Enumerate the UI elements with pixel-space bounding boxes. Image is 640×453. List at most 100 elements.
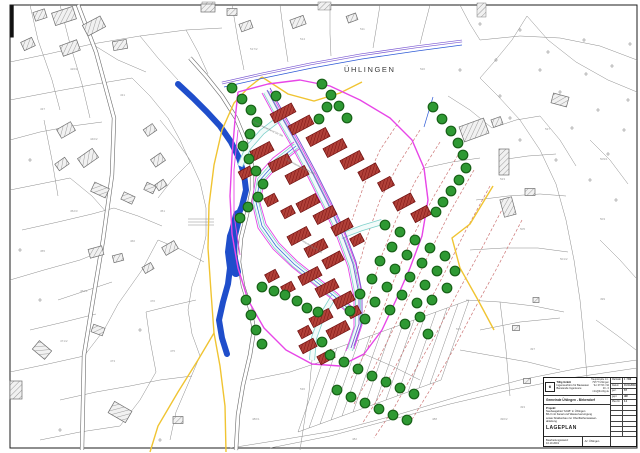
tree-icon	[409, 389, 419, 399]
parcel-number-label: 482	[352, 437, 357, 441]
building-existing	[57, 122, 76, 139]
building-planned-rect	[350, 233, 365, 247]
building-existing-rect	[151, 153, 166, 167]
building-existing-rect	[143, 124, 157, 137]
parcel-line	[373, 5, 380, 48]
parcel-number-label: 452/3	[70, 209, 78, 213]
tree-icon	[461, 163, 471, 173]
client-name: Gemeinde Ühlingen - Birkendorf	[544, 396, 610, 405]
building-planned-rect	[340, 150, 364, 169]
building-planned	[306, 127, 330, 146]
tree-icon	[313, 307, 323, 317]
building-planned-rect	[322, 251, 344, 269]
survey-cross-icon	[558, 90, 562, 94]
planning-line	[412, 140, 428, 236]
building-existing	[55, 157, 69, 170]
building-planned	[265, 269, 280, 283]
tree-icon	[381, 377, 391, 387]
building-planned	[393, 193, 415, 211]
building-existing	[524, 379, 531, 384]
building-existing-rect	[77, 148, 98, 167]
parcel-line	[160, 120, 206, 356]
contour-line	[408, 220, 522, 426]
tree-icon	[375, 256, 385, 266]
company-logo: ti	[545, 382, 555, 392]
building-existing-rect	[144, 182, 156, 193]
building-existing	[32, 341, 51, 360]
parcel-number-label: 527	[545, 127, 550, 131]
tree-icon	[395, 383, 405, 393]
survey-cross-icon	[18, 248, 22, 252]
contour-line	[374, 202, 506, 438]
parcel-number-label: 493	[520, 405, 525, 409]
building-existing-rect	[112, 253, 123, 262]
tree-icon	[237, 94, 247, 104]
building-existing	[201, 4, 215, 12]
parcel-line	[30, 314, 96, 330]
tree-icon	[428, 102, 438, 112]
survey-cross-icon	[546, 50, 550, 54]
parcel-line	[118, 240, 158, 304]
tree-icon	[400, 319, 410, 329]
parcel-number-label: 503	[600, 217, 605, 221]
building-existing-rect	[524, 379, 531, 384]
parcel-line	[480, 16, 527, 78]
tree-icon	[382, 282, 392, 292]
tree-icon	[438, 197, 448, 207]
tree-icon	[258, 179, 268, 189]
building-planned-rect	[326, 320, 350, 339]
survey-cross-icon	[518, 28, 522, 32]
building-existing-rect	[108, 401, 132, 422]
parcel-line	[10, 252, 100, 280]
parcel-line	[460, 350, 560, 370]
tree-icon	[397, 290, 407, 300]
survey-cross-icon	[596, 108, 600, 112]
survey-cross-icon	[498, 94, 502, 98]
building-existing-rect	[525, 189, 535, 196]
parcel-number-label: 499	[600, 297, 605, 301]
survey-cross-icon	[158, 438, 162, 442]
parcel-line	[540, 116, 576, 166]
building-existing	[82, 16, 105, 36]
parcel-number-label: 480/1	[252, 417, 260, 421]
building-existing-rect	[91, 324, 105, 336]
parcel-number-label: 520	[420, 67, 425, 71]
parcel-line	[298, 380, 441, 432]
building-existing-rect	[112, 39, 127, 50]
parcel-line	[480, 318, 560, 330]
building-existing	[112, 253, 123, 262]
parcel-number-label: 475	[170, 349, 175, 353]
survey-cross-icon	[38, 298, 42, 302]
parcel-line	[22, 208, 114, 230]
tree-icon	[450, 266, 460, 276]
parcel-line	[40, 426, 120, 440]
tree-icon	[322, 102, 332, 112]
survey-cross-icon	[622, 128, 626, 132]
building-existing	[525, 189, 535, 196]
parcel-number-label: 431	[120, 93, 125, 97]
building-existing	[91, 324, 105, 336]
survey-cross-icon	[458, 68, 462, 72]
building-existing	[173, 417, 183, 424]
building-existing	[143, 124, 157, 137]
parcel-line	[420, 5, 430, 44]
building-existing-rect	[491, 117, 503, 128]
survey-cross-icon	[588, 178, 592, 182]
building-existing	[121, 192, 135, 204]
building-existing	[533, 298, 539, 303]
parcel-line	[114, 208, 162, 226]
title-block: ti Tillig GmbH Ingenieurbüro für Bauwese…	[543, 377, 637, 447]
tree-icon	[302, 303, 312, 313]
tree-icon	[388, 410, 398, 420]
parcel-number-label: 462/1	[80, 289, 88, 293]
building-planned-rect	[288, 115, 314, 135]
tree-icon	[332, 385, 342, 395]
tree-icon	[412, 298, 422, 308]
parcel-line	[44, 120, 58, 196]
info-row-empty	[611, 432, 636, 437]
building-planned	[323, 138, 347, 157]
building-planned	[296, 193, 320, 212]
building-planned	[326, 320, 350, 339]
tree-icon	[339, 357, 349, 367]
survey-cross-icon	[610, 64, 614, 68]
